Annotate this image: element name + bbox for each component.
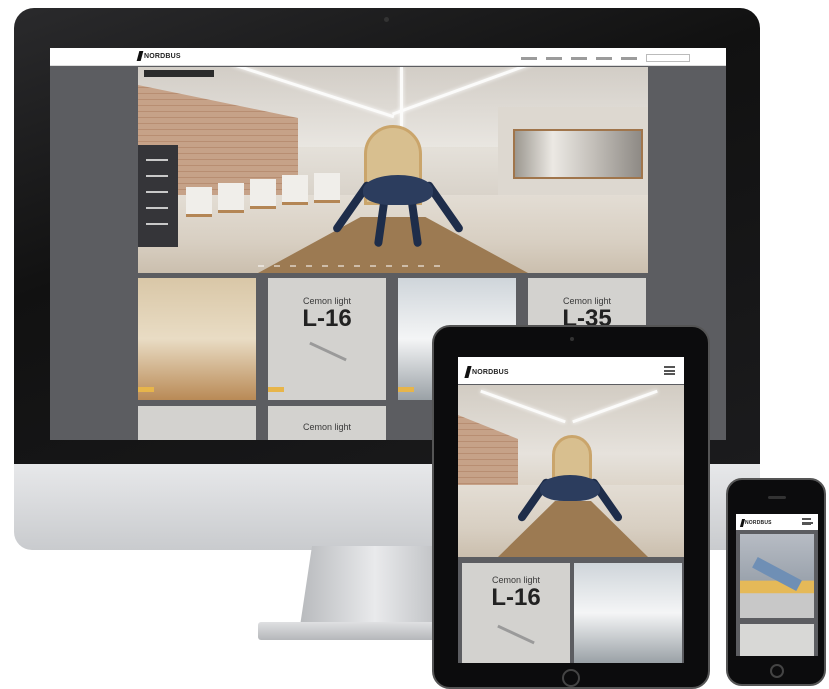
hero-caption-bar xyxy=(144,70,214,77)
product-tile[interactable] xyxy=(138,406,256,440)
phone-screen: NORDBUS xyxy=(736,514,818,656)
site-header: NORDBUS xyxy=(50,48,726,66)
logo-text: NORDBUS xyxy=(144,52,181,60)
ceiling-light xyxy=(480,389,566,424)
tile-tag xyxy=(138,387,154,392)
brick-wall xyxy=(458,415,518,495)
product-tile[interactable]: Cemon light xyxy=(268,406,386,440)
phone-device: NORDBUS xyxy=(726,478,826,686)
tile-code: L-16 xyxy=(491,584,541,611)
ceiling-light xyxy=(400,67,403,127)
info-kiosk xyxy=(138,145,178,247)
tile-tag xyxy=(398,387,414,392)
product-tile[interactable] xyxy=(740,534,814,618)
tile-title: Cemon light xyxy=(302,422,352,432)
slider-dots[interactable] xyxy=(258,265,440,267)
nav-item[interactable] xyxy=(596,56,612,60)
display-desk xyxy=(282,175,308,205)
tile-code: L-16 xyxy=(302,305,352,332)
hero-image xyxy=(458,385,684,557)
tablet-header: NORDBUS xyxy=(458,357,684,384)
nav-item[interactable] xyxy=(621,56,637,60)
product-tile-room[interactable] xyxy=(138,278,256,400)
site-logo[interactable]: NORDBUS xyxy=(464,366,509,378)
tile-tag xyxy=(268,387,284,392)
speaker xyxy=(768,496,786,499)
hero-image xyxy=(138,67,648,273)
phone-header: NORDBUS xyxy=(736,514,818,530)
camera-icon xyxy=(570,337,574,341)
tablet-screen: NORDBUS Cemon light L-16 xyxy=(458,357,684,663)
product-tile-l16[interactable]: Cemon light L-16 xyxy=(462,563,570,663)
nav-item[interactable] xyxy=(571,56,587,60)
logo-mark-icon xyxy=(464,366,472,378)
product-tile-l16[interactable]: Cemon light L-16 xyxy=(268,278,386,400)
display-desk xyxy=(218,183,244,213)
product-tile-interior[interactable] xyxy=(574,563,682,663)
sculpture xyxy=(318,167,478,248)
search-input[interactable] xyxy=(646,54,690,62)
home-button[interactable] xyxy=(562,669,580,687)
light-fixture xyxy=(309,341,347,362)
menu-icon[interactable] xyxy=(664,366,675,375)
nav-item[interactable] xyxy=(546,56,562,60)
logo-text: NORDBUS xyxy=(745,520,772,526)
light-fixture xyxy=(752,556,802,592)
light-fixture xyxy=(497,624,535,645)
menu-icon[interactable] xyxy=(802,518,813,525)
nav-item[interactable] xyxy=(521,56,537,60)
site-logo[interactable]: NORDBUS xyxy=(136,51,181,61)
logo-mark-icon xyxy=(136,51,144,61)
site-logo[interactable]: NORDBUS xyxy=(739,519,772,527)
home-button[interactable] xyxy=(770,664,784,678)
display-desk xyxy=(250,179,276,209)
ceiling-light xyxy=(572,389,658,424)
car-photo xyxy=(513,129,643,179)
camera-icon xyxy=(384,17,389,22)
tablet-device: NORDBUS Cemon light L-16 xyxy=(432,325,710,689)
product-tile[interactable] xyxy=(740,624,814,656)
display-desk xyxy=(186,187,212,217)
monitor-stand xyxy=(300,546,450,626)
main-nav xyxy=(521,54,690,62)
logo-text: NORDBUS xyxy=(472,368,509,376)
sculpture xyxy=(510,467,630,533)
